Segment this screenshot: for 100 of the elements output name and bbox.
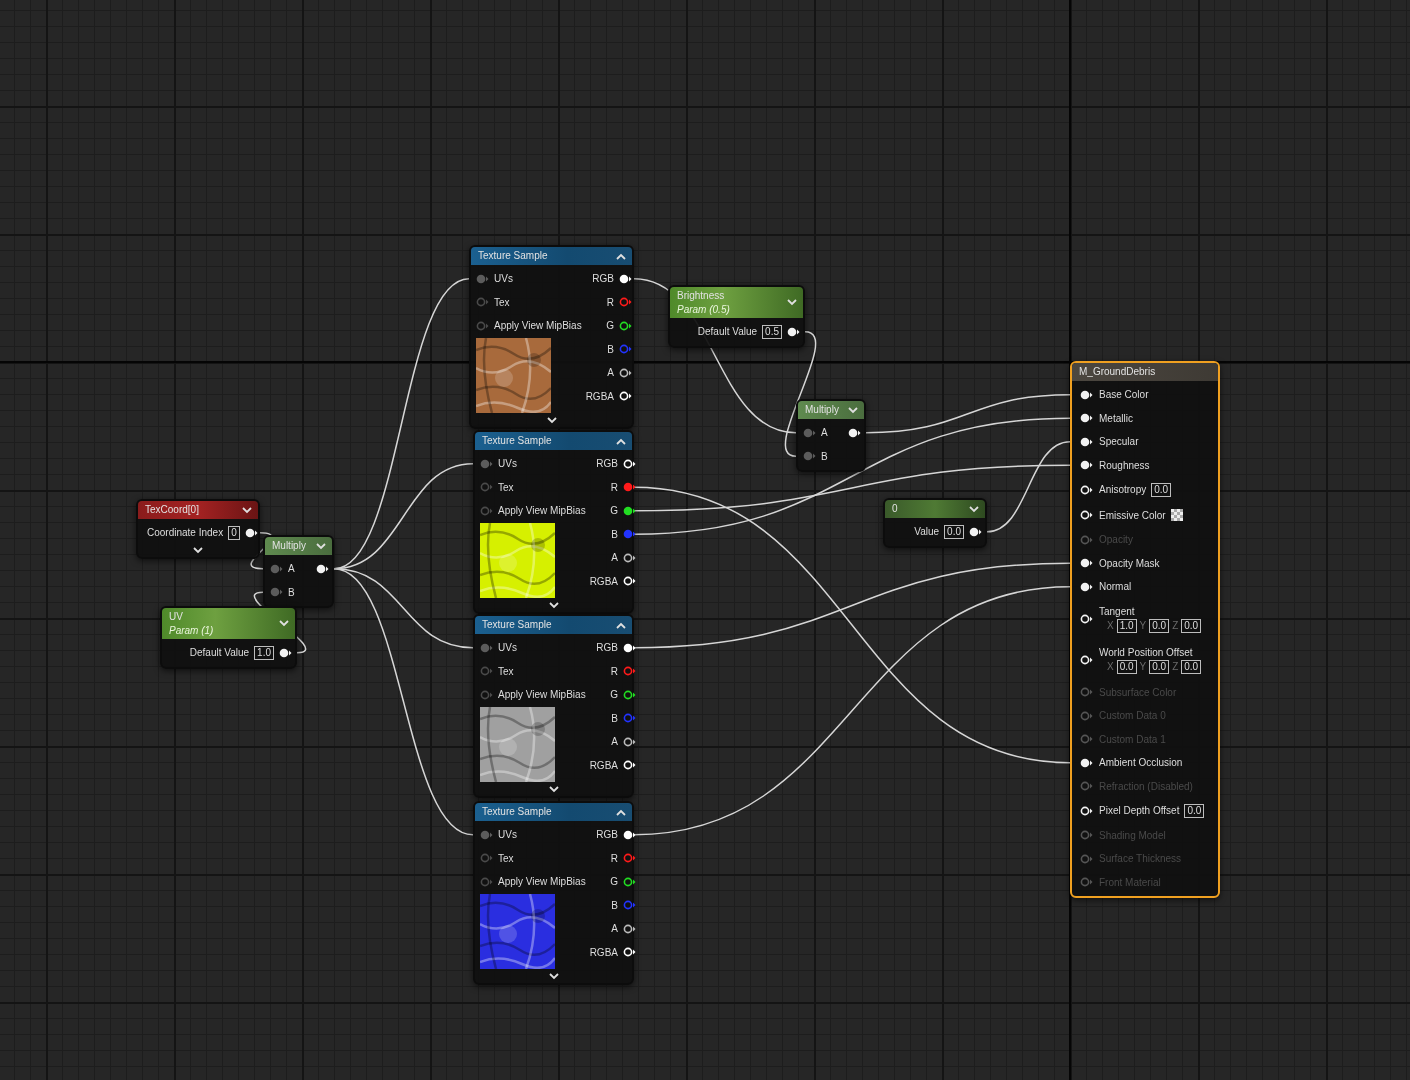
chevron-up-icon[interactable] — [616, 437, 626, 445]
value-field[interactable]: 0.0 — [1181, 618, 1202, 633]
input-pin[interactable] — [480, 829, 493, 840]
input-pin[interactable] — [476, 297, 489, 308]
node-header[interactable]: M_GroundDebris — [1072, 363, 1218, 381]
chevron-down-icon[interactable] — [548, 972, 559, 980]
output-pin[interactable] — [969, 526, 982, 537]
node-header[interactable]: Texture Sample — [475, 616, 632, 634]
wire[interactable] — [633, 562, 1071, 649]
output-pin[interactable] — [619, 320, 632, 331]
chevron-up-icon[interactable] — [616, 621, 626, 629]
chevron-up-icon[interactable] — [616, 252, 626, 260]
input-pin[interactable] — [270, 587, 283, 598]
input-pin[interactable] — [480, 505, 493, 516]
output-pin[interactable] — [623, 923, 636, 934]
input-pin[interactable] — [1080, 510, 1093, 521]
input-pin[interactable] — [803, 427, 816, 438]
node-header[interactable]: Texture Sample — [471, 247, 632, 265]
output-pin[interactable] — [787, 326, 800, 337]
value-field[interactable]: 0.0 — [1149, 659, 1170, 674]
node-header[interactable]: Multiply — [798, 401, 864, 419]
output-pin[interactable] — [623, 505, 636, 516]
output-pin[interactable] — [623, 576, 636, 587]
output-pin[interactable] — [623, 829, 636, 840]
value-field[interactable]: 0.0 — [1151, 482, 1172, 497]
wire[interactable] — [633, 486, 1071, 764]
input-pin[interactable] — [480, 666, 493, 677]
chevron-down-icon[interactable] — [969, 505, 979, 513]
value-field[interactable]: 0.0 — [1184, 803, 1205, 818]
node-card[interactable]: Brightness Param (0.5) Default Value 0.5 — [668, 285, 805, 348]
value-field[interactable]: 1.0 — [1116, 618, 1137, 633]
value-field[interactable]: 1.0 — [254, 645, 274, 660]
value-field[interactable]: 0 — [228, 525, 240, 540]
node-card[interactable]: Texture Sample UVs Tex Apply View MipBias RGB R G B A RGBA — [473, 801, 634, 985]
input-pin[interactable] — [1080, 413, 1093, 424]
input-pin[interactable] — [803, 451, 816, 462]
input-pin[interactable] — [270, 563, 283, 574]
node-card[interactable]: 0 Value 0.0 — [883, 498, 987, 548]
value-field[interactable]: 0.0 — [1149, 618, 1170, 633]
value-field[interactable]: 0.5 — [762, 324, 782, 339]
chevron-down-icon[interactable] — [548, 785, 559, 793]
output-pin[interactable] — [316, 563, 329, 574]
input-pin[interactable] — [1080, 436, 1093, 447]
output-pin[interactable] — [623, 736, 636, 747]
node-header[interactable]: UV Param (1) — [162, 608, 295, 639]
input-pin[interactable] — [480, 689, 493, 700]
value-field[interactable]: 0.0 — [944, 524, 964, 539]
node-card[interactable] — [1070, 361, 1220, 898]
value-field[interactable]: 0.0 — [1181, 659, 1202, 674]
input-pin[interactable] — [1080, 614, 1093, 624]
input-pin[interactable] — [480, 853, 493, 864]
output-pin[interactable] — [619, 391, 632, 402]
chevron-up-icon[interactable] — [616, 808, 626, 816]
node-header[interactable]: Texture Sample — [475, 803, 632, 821]
chevron-down-icon[interactable] — [546, 416, 557, 424]
input-pin[interactable] — [1080, 581, 1093, 592]
node-header[interactable]: Brightness Param (0.5) — [670, 287, 803, 318]
output-pin[interactable] — [623, 552, 636, 563]
input-pin[interactable] — [1080, 655, 1093, 665]
input-pin[interactable] — [476, 320, 489, 331]
wire[interactable] — [633, 417, 1071, 535]
input-pin[interactable] — [480, 642, 493, 653]
output-pin[interactable] — [244, 527, 258, 538]
input-pin[interactable] — [1080, 484, 1093, 495]
input-pin[interactable] — [480, 876, 493, 887]
node-header[interactable]: 0 — [885, 500, 985, 518]
node-card[interactable]: Multiply A B — [263, 535, 334, 608]
node-card[interactable]: Multiply A B — [796, 399, 866, 472]
node-header[interactable]: Multiply — [265, 537, 332, 555]
input-pin[interactable] — [1080, 460, 1093, 471]
node-header[interactable]: TexCoord[0] — [138, 501, 258, 519]
output-pin[interactable] — [848, 427, 861, 438]
chevron-down-icon[interactable] — [548, 601, 559, 609]
wire[interactable] — [986, 441, 1071, 533]
input-pin[interactable] — [1080, 558, 1093, 569]
node-card[interactable]: Texture Sample UVs Tex Apply View MipBias RGB R G B A RGBA — [473, 614, 634, 798]
output-pin[interactable] — [623, 642, 636, 653]
node-card[interactable]: TexCoord[0] Coordinate Index 0 — [136, 499, 260, 559]
node-card[interactable]: Texture Sample UVs Tex Apply View MipBias RGB R G B A RGBA — [473, 430, 634, 614]
input-pin[interactable] — [480, 458, 493, 469]
output-pin[interactable] — [619, 273, 632, 284]
output-pin[interactable] — [623, 947, 636, 958]
output-pin[interactable] — [623, 876, 636, 887]
output-pin[interactable] — [619, 367, 632, 378]
output-pin[interactable] — [623, 760, 636, 771]
output-pin[interactable] — [279, 647, 292, 658]
checker-icon[interactable] — [1170, 509, 1183, 522]
input-pin[interactable] — [1080, 389, 1093, 400]
wire[interactable] — [865, 394, 1071, 434]
chevron-down-icon[interactable] — [242, 506, 252, 514]
value-field[interactable]: 0.0 — [1116, 659, 1137, 674]
node-header[interactable]: Texture Sample — [475, 432, 632, 450]
input-pin[interactable] — [1080, 757, 1093, 768]
input-pin[interactable] — [1080, 805, 1093, 816]
node-card[interactable]: UV Param (1) Default Value 1.0 — [160, 606, 297, 669]
chevron-down-icon[interactable] — [193, 546, 203, 554]
output-pin[interactable] — [623, 689, 636, 700]
output-pin[interactable] — [623, 458, 636, 469]
node-card[interactable]: Texture Sample UVs Tex Apply View MipBias RGB R G B A RGBA — [469, 245, 634, 429]
wire[interactable] — [633, 464, 1071, 512]
